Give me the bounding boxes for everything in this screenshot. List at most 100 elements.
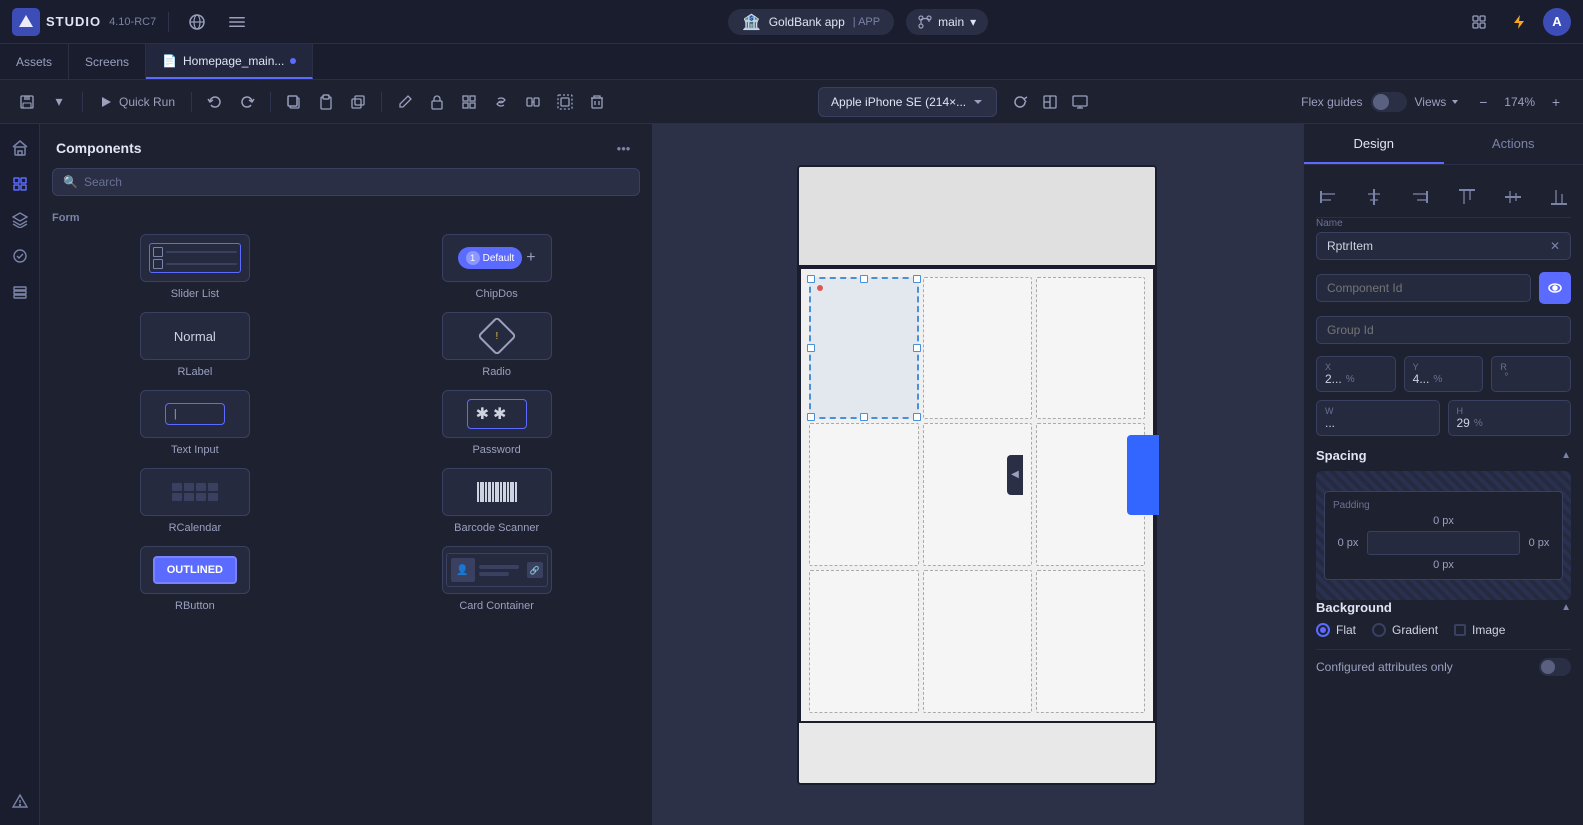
sidebar-home-btn[interactable] bbox=[4, 132, 36, 164]
sidebar-data-btn[interactable] bbox=[4, 276, 36, 308]
align-center-h-btn[interactable] bbox=[1362, 185, 1386, 209]
radio-preview[interactable]: ! bbox=[442, 312, 552, 360]
zoom-out-btn[interactable]: − bbox=[1468, 87, 1498, 117]
lightning-icon-btn[interactable] bbox=[1503, 6, 1535, 38]
toolbar-left: ▾ Quick Run bbox=[12, 87, 612, 117]
zoom-in-btn[interactable]: + bbox=[1541, 87, 1571, 117]
handle-tr[interactable] bbox=[913, 275, 921, 283]
sidebar-layers-btn[interactable] bbox=[4, 204, 36, 236]
user-avatar-btn[interactable]: A bbox=[1543, 8, 1571, 36]
grid-cell-selected[interactable] bbox=[809, 277, 918, 420]
unlink-btn[interactable] bbox=[518, 87, 548, 117]
group-id-input[interactable] bbox=[1316, 316, 1571, 344]
grid-cell[interactable] bbox=[923, 570, 1032, 713]
views-dropdown-btn[interactable]: Views bbox=[1415, 95, 1461, 109]
grid-cell[interactable] bbox=[809, 423, 918, 566]
align-middle-v-btn[interactable] bbox=[1501, 185, 1525, 209]
barcode-preview[interactable] bbox=[442, 468, 552, 516]
project-selector[interactable]: 🏦 GoldBank app | APP bbox=[728, 9, 894, 35]
align-right-btn[interactable] bbox=[1408, 185, 1432, 209]
handle-mr[interactable] bbox=[913, 344, 921, 352]
bg-image-option[interactable]: Image bbox=[1454, 623, 1505, 637]
tab-design[interactable]: Design bbox=[1304, 124, 1444, 164]
align-top-btn[interactable] bbox=[1455, 185, 1479, 209]
copy-btn[interactable] bbox=[279, 87, 309, 117]
spacing-collapse-btn[interactable]: ▲ bbox=[1561, 450, 1571, 461]
card-container-preview[interactable]: 👤 🔗 bbox=[442, 546, 552, 594]
component-btn[interactable] bbox=[454, 87, 484, 117]
paste-btn[interactable] bbox=[311, 87, 341, 117]
textinput-preview[interactable]: | bbox=[140, 390, 250, 438]
grid-cell[interactable] bbox=[923, 277, 1032, 420]
tab-homepage[interactable]: 📄 Homepage_main... bbox=[146, 44, 313, 79]
rcalendar-preview[interactable] bbox=[140, 468, 250, 516]
undo-btn[interactable] bbox=[200, 87, 230, 117]
visibility-toggle-btn[interactable] bbox=[1539, 272, 1571, 304]
bg-flat-option[interactable]: Flat bbox=[1316, 623, 1356, 637]
canvas-area[interactable]: ◀ bbox=[652, 124, 1304, 825]
save-dropdown-btn[interactable]: ▾ bbox=[44, 87, 74, 117]
extensions-icon-btn[interactable] bbox=[1463, 6, 1495, 38]
device-selector[interactable]: Apple iPhone SE (214×... bbox=[818, 87, 997, 117]
menu-icon-btn[interactable] bbox=[221, 6, 253, 38]
refresh-btn[interactable] bbox=[1005, 87, 1035, 117]
group-btn[interactable] bbox=[550, 87, 580, 117]
rbutton-preview[interactable]: OUTLINED bbox=[140, 546, 250, 594]
bg-gradient-radio[interactable] bbox=[1372, 623, 1386, 637]
spacing-title: Spacing bbox=[1316, 448, 1367, 463]
list-item: RCalendar bbox=[52, 468, 338, 534]
duplicate-btn[interactable] bbox=[343, 87, 373, 117]
component-id-input[interactable] bbox=[1316, 274, 1531, 302]
link-btn[interactable] bbox=[486, 87, 516, 117]
flex-guides-toggle[interactable] bbox=[1371, 92, 1407, 112]
tab-actions[interactable]: Actions bbox=[1444, 124, 1583, 164]
chipdos-label: ChipDos bbox=[476, 288, 518, 300]
handle-ml[interactable] bbox=[807, 344, 815, 352]
layout-icon-btn[interactable] bbox=[1035, 87, 1065, 117]
grid-cell[interactable] bbox=[1036, 277, 1145, 420]
bg-gradient-option[interactable]: Gradient bbox=[1372, 623, 1438, 637]
handle-bl[interactable] bbox=[807, 413, 815, 421]
sidebar-warning-btn[interactable] bbox=[4, 785, 36, 817]
grid-cell[interactable] bbox=[809, 570, 918, 713]
delete-btn[interactable] bbox=[582, 87, 612, 117]
sidebar-assets-btn[interactable] bbox=[4, 240, 36, 272]
sidebar-components-btn[interactable] bbox=[4, 168, 36, 200]
tab-screens[interactable]: Screens bbox=[69, 44, 146, 79]
monitor-icon-btn[interactable] bbox=[1065, 87, 1095, 117]
name-input[interactable] bbox=[1327, 239, 1544, 253]
lock-btn[interactable] bbox=[422, 87, 452, 117]
edit-tool-btn[interactable] bbox=[390, 87, 420, 117]
alignment-row bbox=[1316, 177, 1571, 218]
handle-br[interactable] bbox=[913, 413, 921, 421]
handle-bc[interactable] bbox=[860, 413, 868, 421]
panel-menu-btn[interactable]: ••• bbox=[612, 136, 636, 160]
bg-image-checkbox[interactable] bbox=[1454, 624, 1466, 636]
name-close-btn[interactable]: ✕ bbox=[1550, 239, 1560, 253]
blue-tab-handle[interactable] bbox=[1127, 435, 1159, 515]
save-btn[interactable] bbox=[12, 87, 42, 117]
handle-tc[interactable] bbox=[860, 275, 868, 283]
bg-collapse-btn[interactable]: ▲ bbox=[1561, 602, 1571, 613]
bg-flat-label: Flat bbox=[1336, 623, 1356, 637]
bg-flat-radio[interactable] bbox=[1316, 623, 1330, 637]
barcode-label: Barcode Scanner bbox=[454, 522, 539, 534]
search-input[interactable] bbox=[84, 175, 629, 189]
branch-selector[interactable]: main ▾ bbox=[906, 9, 988, 35]
list-item: Normal RLabel bbox=[52, 312, 338, 378]
password-preview[interactable]: ✱✱ bbox=[442, 390, 552, 438]
rlabel-preview[interactable]: Normal bbox=[140, 312, 250, 360]
globe-icon-btn[interactable] bbox=[181, 6, 213, 38]
align-left-btn[interactable] bbox=[1316, 185, 1340, 209]
coords-row-wh: W ... H 29 % bbox=[1316, 400, 1571, 436]
align-bottom-btn[interactable] bbox=[1547, 185, 1571, 209]
slider-list-preview[interactable] bbox=[140, 234, 250, 282]
config-attrs-toggle[interactable] bbox=[1539, 658, 1571, 676]
tab-assets[interactable]: Assets bbox=[0, 44, 69, 79]
panel-collapse-btn[interactable]: ◀ bbox=[1007, 455, 1023, 495]
redo-btn[interactable] bbox=[232, 87, 262, 117]
handle-tl[interactable] bbox=[807, 275, 815, 283]
grid-cell[interactable] bbox=[1036, 570, 1145, 713]
chipdos-preview[interactable]: 1 Default + bbox=[442, 234, 552, 282]
quick-run-button[interactable]: Quick Run bbox=[91, 95, 183, 109]
